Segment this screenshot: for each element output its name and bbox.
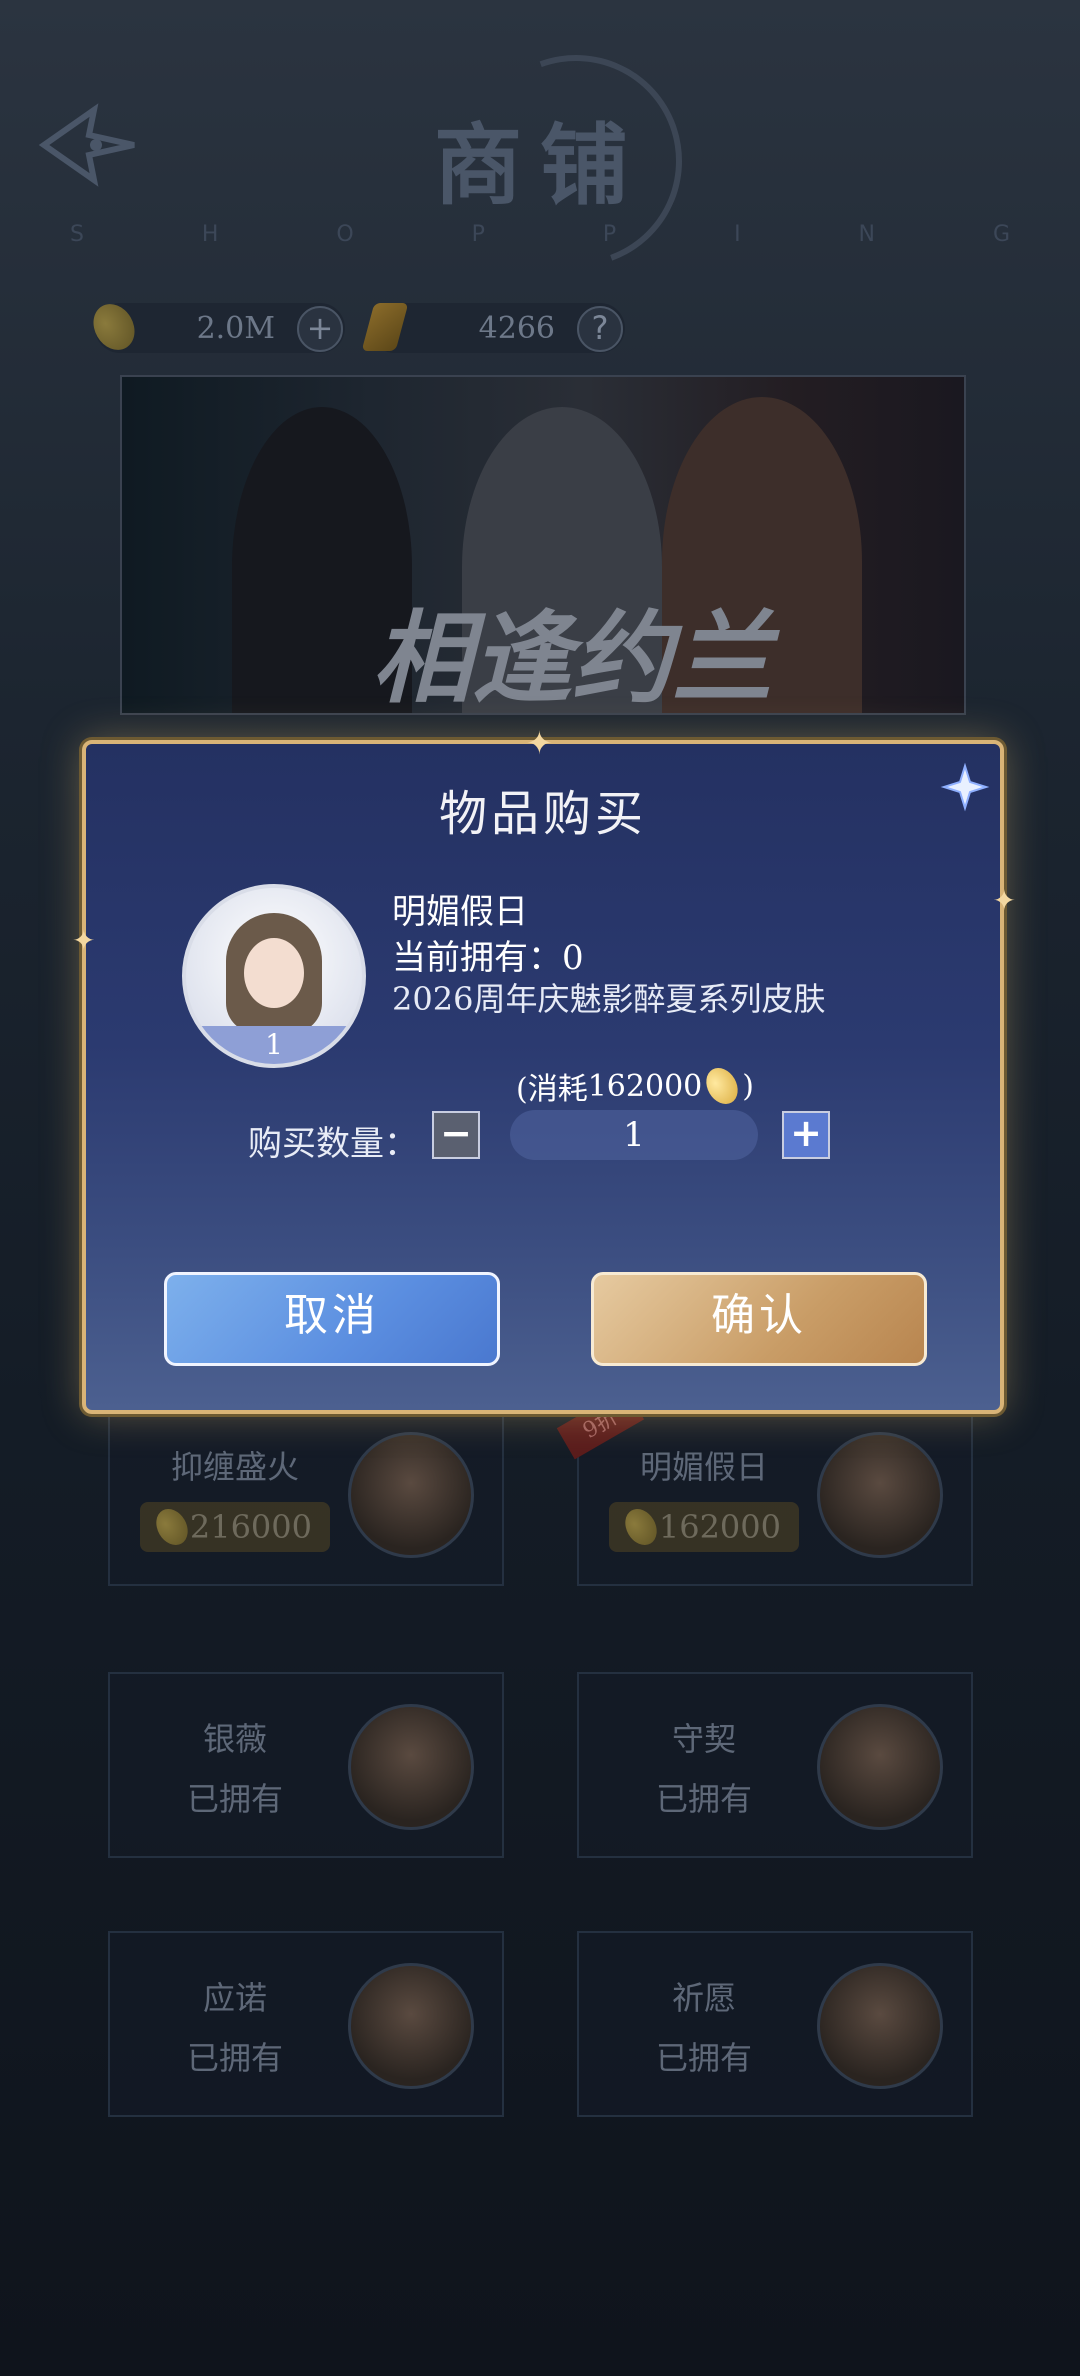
- quantity-label: 购买数量：: [248, 1124, 418, 1164]
- item-name: 明媚假日: [392, 892, 528, 932]
- item-avatar: 1: [182, 884, 366, 1068]
- card-name: 抑缠盛火: [170, 1448, 299, 1486]
- owned-status: 已拥有: [655, 1780, 752, 1818]
- gold-balance: 2.0M +: [85, 296, 345, 358]
- card-name: 应诺: [202, 1979, 267, 2017]
- gem-value: 4266: [478, 310, 555, 346]
- page-title: 商铺: [433, 113, 646, 217]
- avatar-face: [244, 938, 304, 1008]
- banner-title: 相逢约兰: [372, 599, 772, 715]
- skin-portrait: [348, 1432, 474, 1558]
- gold-coin-icon: [619, 1503, 663, 1551]
- owned-status: 已拥有: [186, 2039, 283, 2077]
- close-icon[interactable]: [940, 762, 990, 812]
- card-price: 162000: [609, 1502, 799, 1552]
- confirm-button[interactable]: 确认: [591, 1272, 927, 1366]
- increase-quantity-button[interactable]: +: [782, 1111, 830, 1159]
- owned-status: 已拥有: [186, 1780, 283, 1818]
- card-name: 祈愿: [671, 1979, 736, 2017]
- help-button[interactable]: ?: [577, 306, 623, 352]
- skin-portrait: [817, 1432, 943, 1558]
- card-name: 守契: [671, 1720, 736, 1758]
- add-gold-button[interactable]: +: [297, 306, 343, 352]
- item-description: 2026周年庆魅影醉夏系列皮肤: [392, 980, 826, 1018]
- shop-card[interactable]: 9折 明媚假日 162000: [556, 1388, 973, 1586]
- gem-balance: 4266 ?: [361, 303, 625, 353]
- shop-card[interactable]: 守契 已拥有: [577, 1672, 973, 1858]
- shop-card[interactable]: 应诺 已拥有: [108, 1931, 504, 2117]
- skin-portrait: [348, 1963, 474, 2089]
- sparkle-icon: ✦: [526, 724, 553, 762]
- cost-label: (消耗 162000 ): [516, 1062, 754, 1110]
- item-owned-count: 当前拥有：0: [392, 938, 584, 978]
- sparkle-icon: ✦: [72, 924, 96, 957]
- sparkle-icon: ✦: [992, 884, 1016, 917]
- card-name: 银薇: [202, 1720, 267, 1758]
- skin-portrait: [817, 1704, 943, 1830]
- card-name: 明媚假日: [639, 1448, 768, 1486]
- owned-status: 已拥有: [655, 2039, 752, 2077]
- shop-card[interactable]: 银薇 已拥有: [108, 1672, 504, 1858]
- dialog-title: 物品购买: [438, 786, 647, 842]
- skin-portrait: [348, 1704, 474, 1830]
- gold-coin-icon: [700, 1062, 745, 1110]
- skin-portrait: [817, 1963, 943, 2089]
- decrease-quantity-button[interactable]: −: [432, 1111, 480, 1159]
- gold-coin-icon: [85, 296, 143, 358]
- quantity-field[interactable]: 1: [510, 1110, 758, 1160]
- item-quantity: 1: [186, 1026, 362, 1064]
- promo-banner[interactable]: 相逢约兰: [120, 375, 966, 715]
- card-price: 216000: [140, 1502, 330, 1552]
- shop-card[interactable]: 祈愿 已拥有: [577, 1931, 973, 2117]
- page-subtitle: S H O P P I N G: [70, 222, 1010, 247]
- purchase-dialog: ✦ ✦ ✦ 物品购买 1 明媚假日 当前拥有：0 2026周年庆魅影醉夏系列皮肤…: [72, 724, 1016, 1414]
- gold-value: 2.0M: [196, 310, 275, 346]
- gem-icon: [361, 303, 409, 351]
- cancel-button[interactable]: 取消: [164, 1272, 500, 1366]
- shop-card[interactable]: 抑缠盛火 216000: [108, 1400, 504, 1586]
- gold-coin-icon: [150, 1503, 194, 1551]
